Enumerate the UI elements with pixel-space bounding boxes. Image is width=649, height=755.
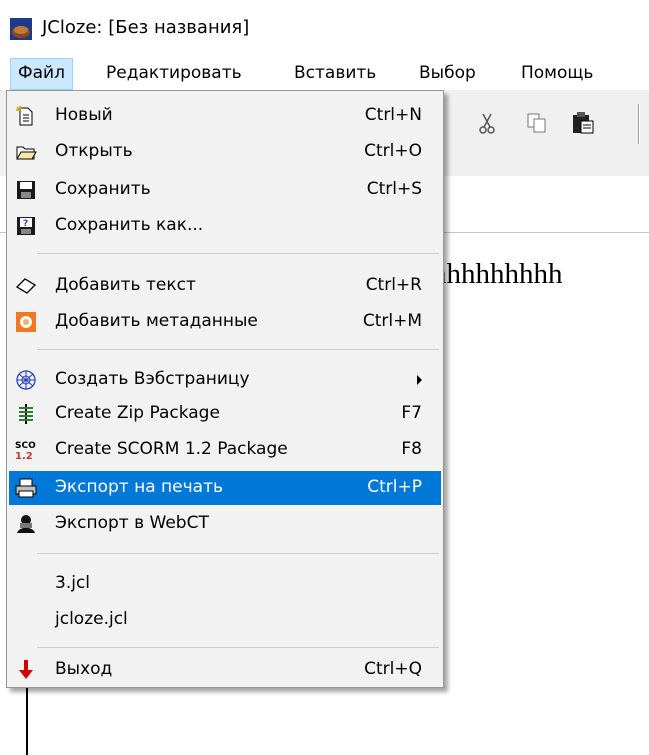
toolbar-separator-highlight [639, 104, 640, 144]
save-disk-icon [17, 181, 35, 199]
menu-item-label: Новый [55, 105, 113, 125]
menu-item-exit[interactable]: Выход Ctrl+Q [9, 653, 441, 687]
menu-item-save[interactable]: Сохранить Ctrl+S [9, 173, 441, 207]
menu-item-add-metadata[interactable]: Добавить метаданные Ctrl+M [9, 305, 441, 339]
file-menu-dropdown: Новый Ctrl+N Открыть Ctrl+O Сохранить Ct… [6, 90, 444, 688]
web-icon [16, 370, 36, 390]
menu-select[interactable]: Выбор [412, 58, 483, 90]
menu-item-label: Экспорт на печать [55, 477, 223, 497]
menu-item-shortcut: F7 [401, 403, 422, 423]
menu-item-export-webct[interactable]: Экспорт в WebCT [9, 507, 441, 541]
menu-item-recent-file[interactable]: jcloze.jcl [9, 603, 441, 637]
menu-item-label: Добавить метаданные [55, 311, 258, 331]
cut-icon[interactable] [474, 110, 500, 136]
menu-item-shortcut: Ctrl+S [366, 179, 422, 199]
scorm-icon-text-bottom: 1.2 [15, 451, 33, 461]
menu-item-label: Сохранить [55, 179, 151, 199]
jcloze-app-icon [10, 18, 32, 40]
zip-icon [19, 404, 33, 424]
menu-edit[interactable]: Редактировать [99, 58, 249, 90]
menu-bar: Файл Редактировать Вставить Выбор Помощь [0, 58, 649, 90]
menu-item-label: Добавить текст [55, 275, 196, 295]
menu-item-label: Create SCORM 1.2 Package [55, 439, 288, 459]
menu-separator [37, 647, 439, 648]
menu-item-open[interactable]: Открыть Ctrl+O [9, 135, 441, 169]
menu-item-label: jcloze.jcl [55, 609, 128, 629]
menu-item-add-text[interactable]: Добавить текст Ctrl+R [9, 269, 441, 303]
menu-separator [37, 553, 439, 554]
copy-icon[interactable] [524, 110, 550, 136]
menu-item-label: 3.jcl [55, 573, 91, 593]
menu-item-label: Create Zip Package [55, 403, 220, 423]
menu-item-label: Выход [55, 659, 113, 679]
menu-item-label: Сохранить как... [55, 215, 204, 235]
menu-file[interactable]: Файл [10, 58, 73, 90]
menu-item-label: Экспорт в WebCT [55, 513, 209, 533]
scorm-icon-text-top: SCO [15, 441, 36, 451]
window-title: JCloze: [Без названия] [42, 17, 250, 38]
open-folder-icon [16, 146, 37, 160]
menu-item-shortcut: Ctrl+M [362, 311, 422, 331]
menu-item-shortcut: Ctrl+R [365, 275, 422, 295]
menu-item-shortcut: F8 [401, 439, 422, 459]
submenu-arrow-icon [417, 375, 422, 385]
menu-help[interactable]: Помощь [514, 58, 600, 90]
menu-item-label: Открыть [55, 141, 133, 161]
webct-icon [17, 515, 35, 533]
menu-item-shortcut: Ctrl+Q [364, 659, 422, 679]
editor-content[interactable]: hhhhhhhhh [432, 258, 563, 291]
metadata-icon [16, 312, 36, 332]
menu-item-save-as[interactable]: ? Сохранить как... [9, 209, 441, 243]
menu-item-scorm-package[interactable]: SCO 1.2 Create SCORM 1.2 Package F8 [9, 433, 441, 467]
menu-item-new[interactable]: Новый Ctrl+N [9, 99, 441, 133]
paste-icon[interactable] [570, 110, 596, 136]
scorm-icon: SCO 1.2 [15, 441, 36, 461]
menu-item-shortcut: Ctrl+P [367, 477, 422, 497]
print-icon [15, 478, 37, 498]
menu-item-label: Создать Вэбстраницу [55, 369, 250, 389]
menu-item-shortcut: Ctrl+O [364, 141, 422, 161]
eraser-icon [15, 278, 37, 294]
new-document-icon [16, 106, 33, 126]
editor-left-border [26, 685, 28, 755]
save-as-icon: ? [17, 217, 35, 235]
menu-item-shortcut: Ctrl+N [364, 105, 422, 125]
exit-arrow-icon [19, 660, 33, 679]
svg-text:?: ? [23, 219, 28, 229]
menu-separator [37, 253, 439, 254]
menu-separator [37, 349, 439, 350]
title-bar: JCloze: [Без названия] [0, 0, 649, 58]
menu-insert[interactable]: Вставить [287, 58, 383, 90]
menu-item-export-print[interactable]: Экспорт на печать Ctrl+P [9, 471, 441, 505]
menu-item-zip-package[interactable]: Create Zip Package F7 [9, 397, 441, 431]
menu-item-create-webpage[interactable]: Создать Вэбстраницу [9, 363, 441, 397]
menu-item-recent-file[interactable]: 3.jcl [9, 567, 441, 601]
